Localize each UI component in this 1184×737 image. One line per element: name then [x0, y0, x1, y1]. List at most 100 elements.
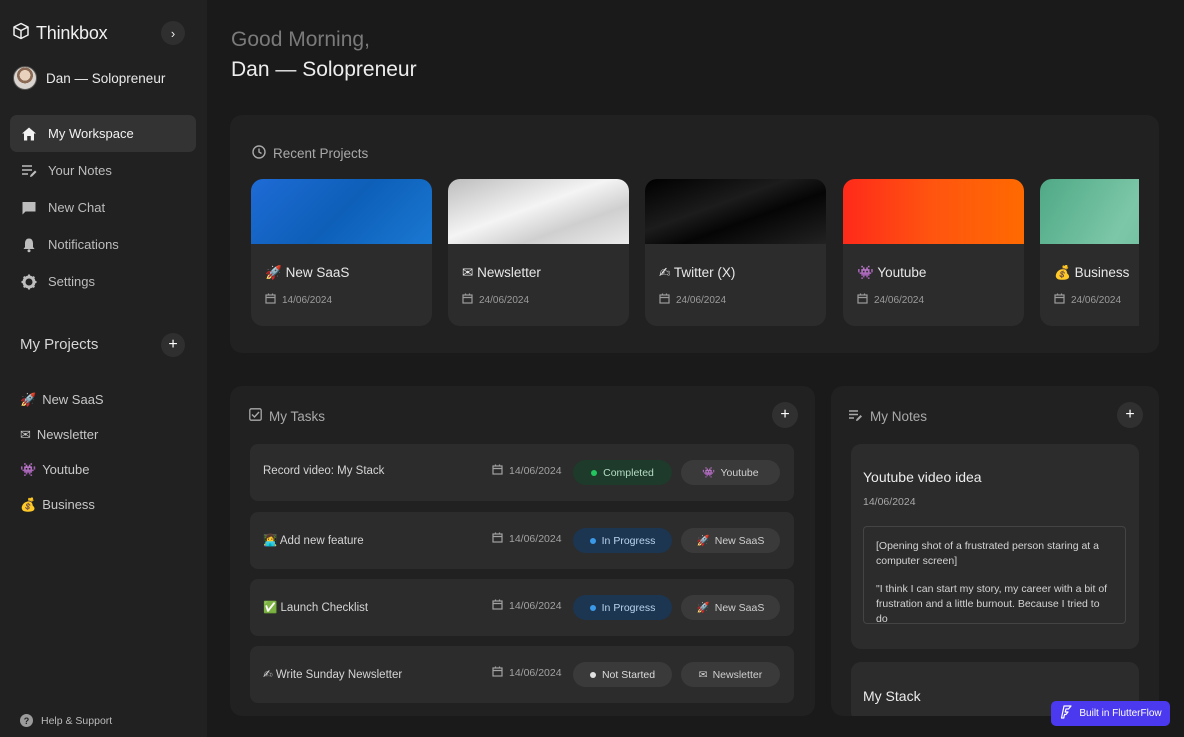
add-task-button[interactable]: +	[772, 402, 798, 428]
collapse-sidebar-button[interactable]: ›	[161, 21, 185, 45]
badge-label: Built in FlutterFlow	[1079, 708, 1162, 719]
status-badge[interactable]: In Progress	[573, 595, 672, 620]
built-in-flutterflow-badge[interactable]: Built in FlutterFlow	[1051, 701, 1170, 726]
card-title: 💰 Business	[1054, 265, 1129, 281]
status-label: In Progress	[601, 601, 656, 614]
card-date-text: 14/06/2024	[282, 294, 333, 306]
task-name: Record video: My Stack	[263, 465, 385, 477]
user-profile[interactable]: Dan — Solopreneur	[13, 66, 165, 90]
bell-icon	[20, 236, 38, 254]
card-banner	[251, 179, 432, 244]
task-row[interactable]: ✍ Write Sunday Newsletter 14/06/2024 Not…	[250, 646, 794, 703]
note-paragraph: "I think I can start my story, my career…	[876, 583, 1108, 624]
calendar-icon	[492, 599, 503, 613]
project-tag[interactable]: 🚀 New SaaS	[681, 528, 780, 553]
project-card-new-saas[interactable]: 🚀 New SaaS 14/06/2024	[251, 179, 432, 326]
flutterflow-logo-icon	[1059, 705, 1073, 722]
nav-item-notifications[interactable]: Notifications	[10, 226, 196, 263]
add-project-button[interactable]: +	[161, 333, 185, 357]
project-label: New SaaS	[42, 392, 104, 407]
task-name-text: Write Sunday Newsletter	[275, 669, 403, 681]
sidebar-project-newsletter[interactable]: ✉ Newsletter	[20, 417, 104, 452]
my-projects-heading: My Projects	[20, 336, 99, 353]
envelope-icon: ✉	[20, 426, 31, 442]
alien-monster-icon: 👾	[20, 461, 37, 477]
nav-item-your-notes[interactable]: Your Notes	[10, 152, 196, 189]
help-support-link[interactable]: ? Help & Support	[20, 714, 112, 727]
note-card[interactable]: Youtube video idea 14/06/2024 [Opening s…	[851, 444, 1139, 649]
my-notes-heading: My Notes	[848, 408, 927, 425]
nav-item-label: My Workspace	[48, 126, 134, 141]
help-icon: ?	[20, 714, 33, 727]
project-card-youtube[interactable]: 👾 Youtube 24/06/2024	[843, 179, 1024, 326]
card-title: 🚀 New SaaS	[265, 265, 349, 281]
card-banner	[1040, 179, 1139, 244]
chevron-right-icon: ›	[170, 25, 176, 41]
project-tag[interactable]: 🚀 New SaaS	[681, 595, 780, 620]
card-title: 👾 Youtube	[857, 265, 926, 281]
sidebar-project-new-saas[interactable]: 🚀 New SaaS	[20, 382, 104, 417]
nav-item-my-workspace[interactable]: My Workspace	[10, 115, 196, 152]
brand[interactable]: Thinkbox	[12, 22, 108, 45]
writing-hand-icon: ✍	[659, 265, 671, 280]
task-row[interactable]: ✅ Launch Checklist 14/06/2024 In Progres…	[250, 579, 794, 636]
calendar-icon	[265, 293, 276, 307]
notes-icon	[20, 162, 38, 180]
project-card-newsletter[interactable]: ✉ Newsletter 24/06/2024	[448, 179, 629, 326]
recent-projects-title: Recent Projects	[273, 146, 369, 161]
card-title-text: Youtube	[877, 265, 927, 280]
card-date-text: 24/06/2024	[479, 294, 530, 306]
status-badge[interactable]: Completed	[573, 460, 672, 485]
status-dot	[589, 671, 596, 678]
plus-icon: +	[780, 406, 790, 423]
card-title-text: New SaaS	[285, 265, 350, 280]
status-label: In Progress	[601, 534, 656, 547]
card-date-text: 24/06/2024	[874, 294, 925, 306]
task-row[interactable]: Record video: My Stack 14/06/2024 Comple…	[250, 444, 794, 501]
greeting-user-name: Dan — Solopreneur	[231, 58, 417, 81]
task-name-text: Launch Checklist	[280, 602, 369, 614]
tag-label: New SaaS	[714, 601, 765, 614]
card-date-text: 24/06/2024	[1071, 294, 1122, 306]
add-note-button[interactable]: +	[1117, 402, 1143, 428]
task-date-text: 14/06/2024	[509, 533, 562, 545]
calendar-icon	[492, 464, 503, 478]
task-date: 14/06/2024	[492, 666, 562, 680]
nav-item-label: New Chat	[48, 200, 106, 215]
rocket-icon: 🚀	[20, 391, 37, 407]
status-dot	[591, 469, 598, 476]
note-paragraph: [Opening shot of a frustrated person sta…	[876, 540, 1099, 567]
calendar-icon	[462, 293, 473, 307]
technologist-icon: 👩‍💻	[263, 535, 278, 547]
task-date-text: 14/06/2024	[509, 667, 562, 679]
envelope-icon: ✉	[698, 668, 708, 681]
nav-item-new-chat[interactable]: New Chat	[10, 189, 196, 226]
app-name: Thinkbox	[36, 23, 108, 43]
sidebar-project-youtube[interactable]: 👾 Youtube	[20, 452, 104, 487]
nav-item-settings[interactable]: Settings	[10, 263, 196, 300]
task-date-text: 14/06/2024	[509, 600, 562, 612]
user-name: Dan — Solopreneur	[46, 70, 166, 86]
project-tag[interactable]: ✉ Newsletter	[681, 662, 780, 687]
recent-projects-panel: Recent Projects 🚀 New SaaS 14/06/2024 ✉ …	[230, 115, 1159, 353]
status-badge[interactable]: In Progress	[573, 528, 672, 553]
my-tasks-panel: My Tasks + Record video: My Stack 14/06/…	[230, 386, 815, 716]
tag-label: Newsletter	[712, 668, 763, 681]
note-title: Youtube video idea	[863, 469, 982, 485]
plus-icon: +	[168, 336, 178, 353]
card-date: 24/06/2024	[1054, 293, 1121, 307]
task-row[interactable]: 👩‍💻 Add new feature 14/06/2024 In Progre…	[250, 512, 794, 569]
project-tag[interactable]: 👾 Youtube	[681, 460, 780, 485]
plus-icon: +	[1125, 406, 1135, 423]
greeting: Good Morning,	[231, 28, 370, 51]
card-title: ✉ Newsletter	[462, 265, 541, 281]
my-notes-panel: My Notes + Youtube video idea 14/06/2024…	[831, 386, 1159, 716]
project-card-twitter[interactable]: ✍ Twitter (X) 24/06/2024	[645, 179, 826, 326]
project-card-business[interactable]: 💰 Business 24/06/2024	[1040, 179, 1139, 326]
card-date: 14/06/2024	[265, 293, 332, 307]
status-badge[interactable]: Not Started	[573, 662, 672, 687]
task-name: 👩‍💻 Add new feature	[263, 533, 364, 547]
main-nav: My Workspace Your Notes New Chat Notific…	[10, 115, 196, 300]
recent-projects-heading: Recent Projects	[252, 145, 368, 162]
sidebar-project-business[interactable]: 💰 Business	[20, 487, 104, 522]
